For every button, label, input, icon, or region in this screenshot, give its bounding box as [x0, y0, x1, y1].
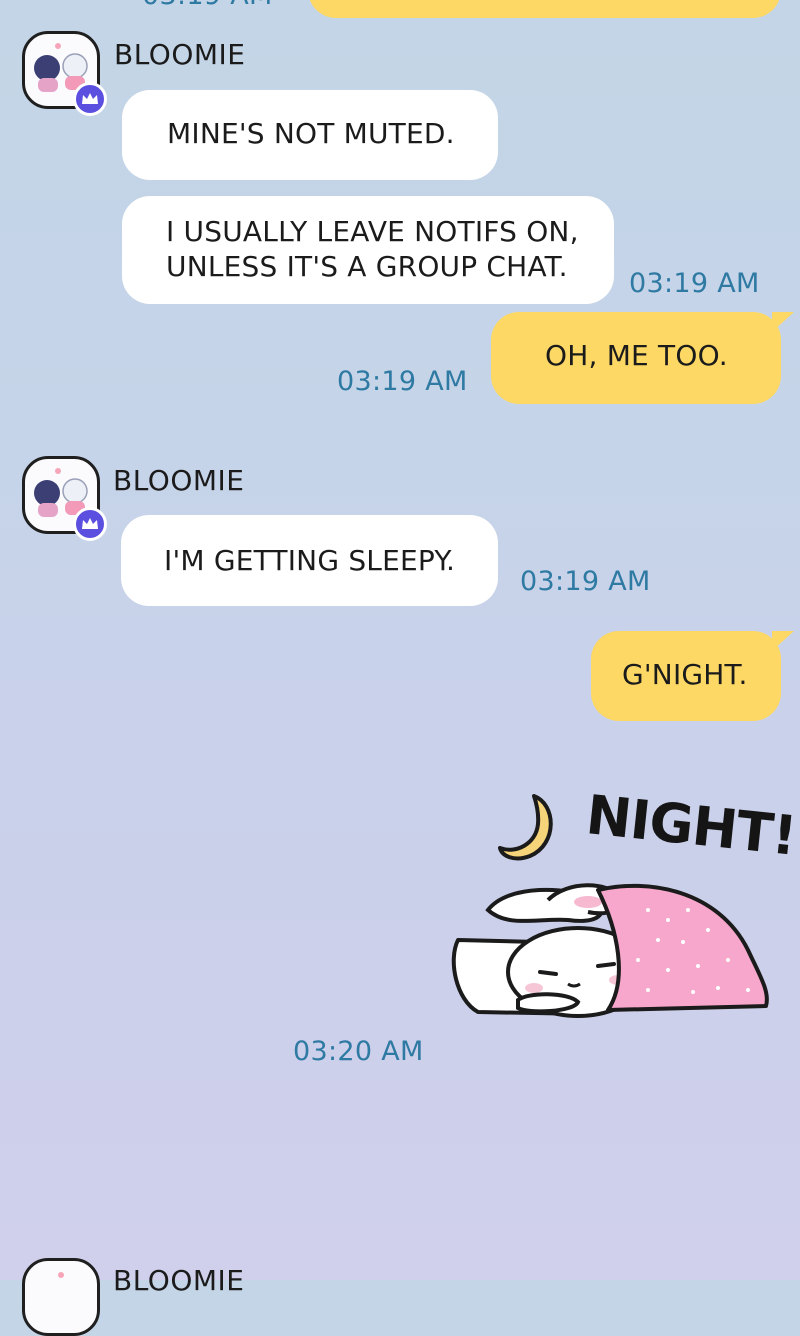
crown-badge-icon [73, 82, 107, 116]
avatar[interactable] [22, 456, 107, 541]
timestamp: 03:19 AM [142, 0, 273, 11]
sender-name: BLOOMIE [113, 464, 245, 497]
sleeping-bunny-illustration [451, 883, 769, 1018]
incoming-bubble[interactable]: I'M GETTING SLEEPY. [121, 515, 498, 606]
timestamp: 03:19 AM [629, 268, 760, 299]
avatar-illustration [58, 1272, 64, 1278]
bubble-tail [772, 312, 794, 332]
avatar[interactable] [22, 1258, 100, 1336]
message-text: OH, ME TOO. [545, 339, 728, 372]
outgoing-bubble[interactable]: G'NIGHT. [591, 631, 781, 721]
incoming-bubble[interactable]: I USUALLY LEAVE NOTIFS ON, UNLESS IT'S A… [122, 196, 614, 304]
crown-badge-icon [73, 507, 107, 541]
avatar[interactable] [22, 31, 107, 116]
moon-icon [498, 794, 553, 861]
incoming-bubble[interactable]: MINE'S NOT MUTED. [122, 90, 498, 180]
bubble-tail [772, 631, 794, 651]
sender-name: BLOOMIE [114, 38, 246, 71]
message-text: G'NIGHT. [622, 658, 748, 691]
outgoing-bubble[interactable]: OH, ME TOO. [491, 312, 781, 404]
timestamp: 03:20 AM [293, 1036, 424, 1067]
sender-name: BLOOMIE [113, 1264, 245, 1297]
outgoing-bubble-partial[interactable] [308, 0, 781, 18]
timestamp: 03:19 AM [337, 366, 468, 397]
sleeping-bunny-sticker[interactable]: NIGHT! [440, 780, 799, 1030]
message-text: I'M GETTING SLEEPY. [164, 544, 456, 577]
timestamp: 03:19 AM [520, 566, 651, 597]
message-text: I USUALLY LEAVE NOTIFS ON, UNLESS IT'S A… [166, 215, 579, 283]
message-text: MINE'S NOT MUTED. [167, 117, 455, 150]
sticker-text: NIGHT! [583, 783, 799, 868]
